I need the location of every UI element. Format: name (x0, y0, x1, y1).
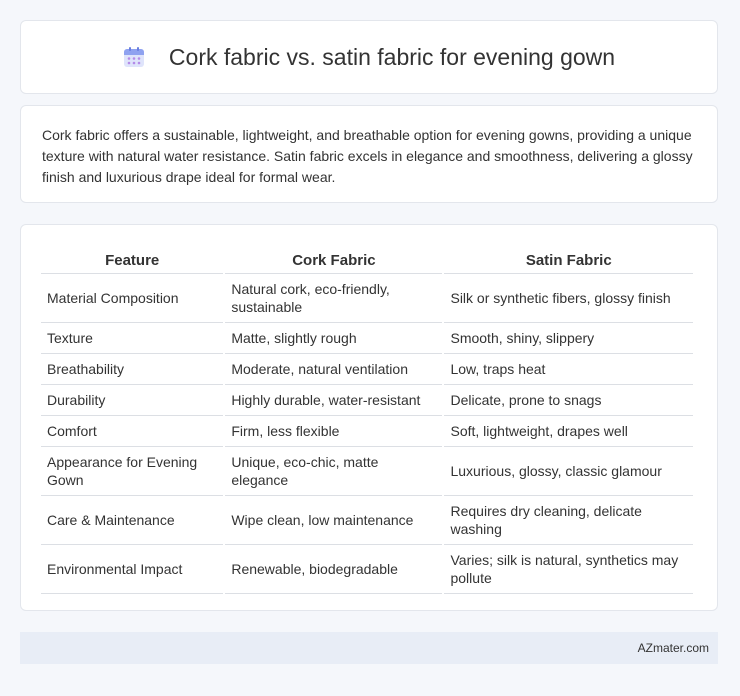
cork-cell: Unique, eco-chic, matte elegance (225, 447, 443, 496)
footer-site-link[interactable]: AZmater.com (638, 641, 709, 655)
cork-cell: Moderate, natural ventilation (225, 354, 443, 385)
table-row: Breathability Moderate, natural ventilat… (41, 354, 693, 385)
table-row: Material Composition Natural cork, eco-f… (41, 274, 693, 323)
comparison-table: Feature Cork Fabric Satin Fabric Materia… (39, 243, 695, 594)
cork-cell: Firm, less flexible (225, 416, 443, 447)
table-row: Texture Matte, slightly rough Smooth, sh… (41, 323, 693, 354)
feature-cell: Care & Maintenance (41, 496, 224, 545)
intro-card: Cork fabric offers a sustainable, lightw… (20, 105, 718, 203)
header-cork-fabric: Cork Fabric (225, 243, 443, 274)
page-title: Cork fabric vs. satin fabric for evening… (168, 43, 616, 70)
comparison-card: Feature Cork Fabric Satin Fabric Materia… (20, 224, 718, 611)
table-row: Appearance for Evening Gown Unique, eco-… (41, 447, 693, 496)
satin-cell: Luxurious, glossy, classic glamour (444, 447, 693, 496)
feature-cell: Durability (41, 385, 224, 416)
table-row: Durability Highly durable, water-resista… (41, 385, 693, 416)
calendar-icon (123, 46, 145, 68)
feature-cell: Appearance for Evening Gown (41, 447, 224, 496)
feature-cell: Material Composition (41, 274, 224, 323)
cork-cell: Natural cork, eco-friendly, sustainable (225, 274, 443, 323)
feature-cell: Comfort (41, 416, 224, 447)
satin-cell: Smooth, shiny, slippery (444, 323, 693, 354)
footer: AZmater.com (20, 632, 718, 664)
table-row: Comfort Firm, less flexible Soft, lightw… (41, 416, 693, 447)
header-feature: Feature (41, 243, 224, 274)
title-card: Cork fabric vs. satin fabric for evening… (20, 20, 718, 94)
feature-cell: Breathability (41, 354, 224, 385)
table-header-row: Feature Cork Fabric Satin Fabric (41, 243, 693, 274)
intro-paragraph: Cork fabric offers a sustainable, lightw… (42, 127, 693, 185)
satin-cell: Soft, lightweight, drapes well (444, 416, 693, 447)
header-satin-fabric: Satin Fabric (444, 243, 693, 274)
satin-cell: Low, traps heat (444, 354, 693, 385)
satin-cell: Delicate, prone to snags (444, 385, 693, 416)
satin-cell: Silk or synthetic fibers, glossy finish (444, 274, 693, 323)
table-row: Care & Maintenance Wipe clean, low maint… (41, 496, 693, 545)
feature-cell: Environmental Impact (41, 545, 224, 594)
satin-cell: Varies; silk is natural, synthetics may … (444, 545, 693, 594)
cork-cell: Highly durable, water-resistant (225, 385, 443, 416)
satin-cell: Requires dry cleaning, delicate washing (444, 496, 693, 545)
cork-cell: Matte, slightly rough (225, 323, 443, 354)
feature-cell: Texture (41, 323, 224, 354)
cork-cell: Renewable, biodegradable (225, 545, 443, 594)
table-row: Environmental Impact Renewable, biodegra… (41, 545, 693, 594)
cork-cell: Wipe clean, low maintenance (225, 496, 443, 545)
